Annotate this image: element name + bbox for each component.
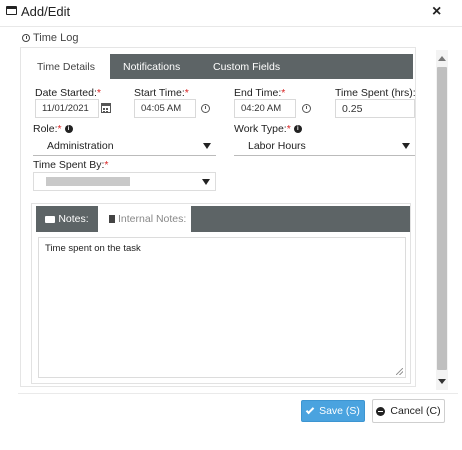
- save-button[interactable]: Save (S): [301, 400, 365, 422]
- tab-custom-fields[interactable]: Custom Fields: [213, 54, 280, 79]
- role-select[interactable]: Administration: [33, 137, 216, 156]
- time-spent-input[interactable]: 0.25: [335, 99, 415, 118]
- notes-textarea[interactable]: Time spent on the task: [38, 237, 406, 378]
- save-button-label: Save (S): [319, 405, 360, 417]
- window-icon: [6, 6, 17, 15]
- caret-down-icon: [402, 143, 410, 149]
- tab-internal-notes[interactable]: Internal Notes:: [98, 206, 191, 232]
- time-log-panel: Time Details Notifications Custom Fields…: [20, 47, 416, 387]
- titlebar-divider: [0, 26, 462, 27]
- date-started-label: Date Started: *: [35, 87, 101, 99]
- start-time-clock-icon[interactable]: [201, 104, 210, 113]
- tab-notifications[interactable]: Notifications: [123, 54, 180, 79]
- start-time-input[interactable]: 04:05 AM: [134, 99, 196, 118]
- time-spent-by-label: Time Spent By: *: [33, 159, 109, 171]
- date-started-input[interactable]: 11/01/2021: [35, 99, 99, 118]
- section-header: Time Log: [22, 32, 78, 44]
- caret-down-icon: [203, 143, 211, 149]
- notes-tab-label: Notes:: [58, 213, 89, 225]
- time-spent-label: Time Spent (hrs):*: [335, 87, 416, 99]
- scroll-up-icon[interactable]: [438, 56, 446, 61]
- start-time-label: Start Time: *: [134, 87, 189, 99]
- role-label: Role: * i: [33, 123, 73, 135]
- end-time-input[interactable]: 04:20 AM: [234, 99, 296, 118]
- minus-circle-icon: [376, 406, 386, 416]
- custom-fields-tab-label: Custom Fields: [213, 60, 281, 73]
- time-spent-by-select[interactable]: [33, 172, 216, 191]
- tab-notes[interactable]: Notes:: [36, 206, 98, 232]
- calendar-icon[interactable]: [101, 103, 111, 113]
- cancel-button[interactable]: Cancel (C): [372, 399, 445, 423]
- scroll-down-icon[interactable]: [438, 379, 446, 384]
- work-type-label: Work Type: * i: [234, 123, 302, 135]
- document-icon: [109, 215, 115, 223]
- dialog-title: Add/Edit: [21, 4, 71, 19]
- cancel-button-label: Cancel (C): [390, 405, 441, 417]
- tab-time-details[interactable]: Time Details: [25, 54, 110, 79]
- caret-down-icon: [202, 179, 210, 185]
- section-title: Time Log: [33, 32, 79, 44]
- internal-notes-tab-label: Internal Notes:: [118, 213, 187, 225]
- end-time-label: End Time: *: [234, 87, 286, 99]
- footer-divider: [18, 393, 458, 394]
- clock-icon: [22, 34, 30, 42]
- notes-section: Notes: Internal Notes: Time spent on the…: [31, 203, 411, 384]
- work-type-select[interactable]: Labor Hours: [234, 137, 415, 156]
- redacted-value: [46, 177, 130, 186]
- info-icon: i: [293, 125, 302, 133]
- info-icon: i: [64, 125, 73, 133]
- notifications-tab-label: Notifications: [123, 60, 181, 73]
- check-icon: [305, 405, 315, 414]
- notes-text: Time spent on the task: [45, 243, 141, 254]
- tab-bar: Time Details Notifications Custom Fields: [25, 54, 413, 79]
- scrollbar[interactable]: [436, 50, 448, 390]
- dialog-titlebar: Add/Edit ×: [0, 0, 462, 26]
- end-time-clock-icon[interactable]: [302, 104, 311, 113]
- close-icon[interactable]: ×: [432, 3, 441, 21]
- notes-icon: [45, 215, 56, 223]
- notes-tab-bar: Notes: Internal Notes:: [36, 206, 410, 232]
- scrollbar-thumb[interactable]: [437, 67, 447, 370]
- time-details-tab-label: Time Details: [37, 60, 95, 73]
- resize-grip-icon[interactable]: [396, 368, 403, 375]
